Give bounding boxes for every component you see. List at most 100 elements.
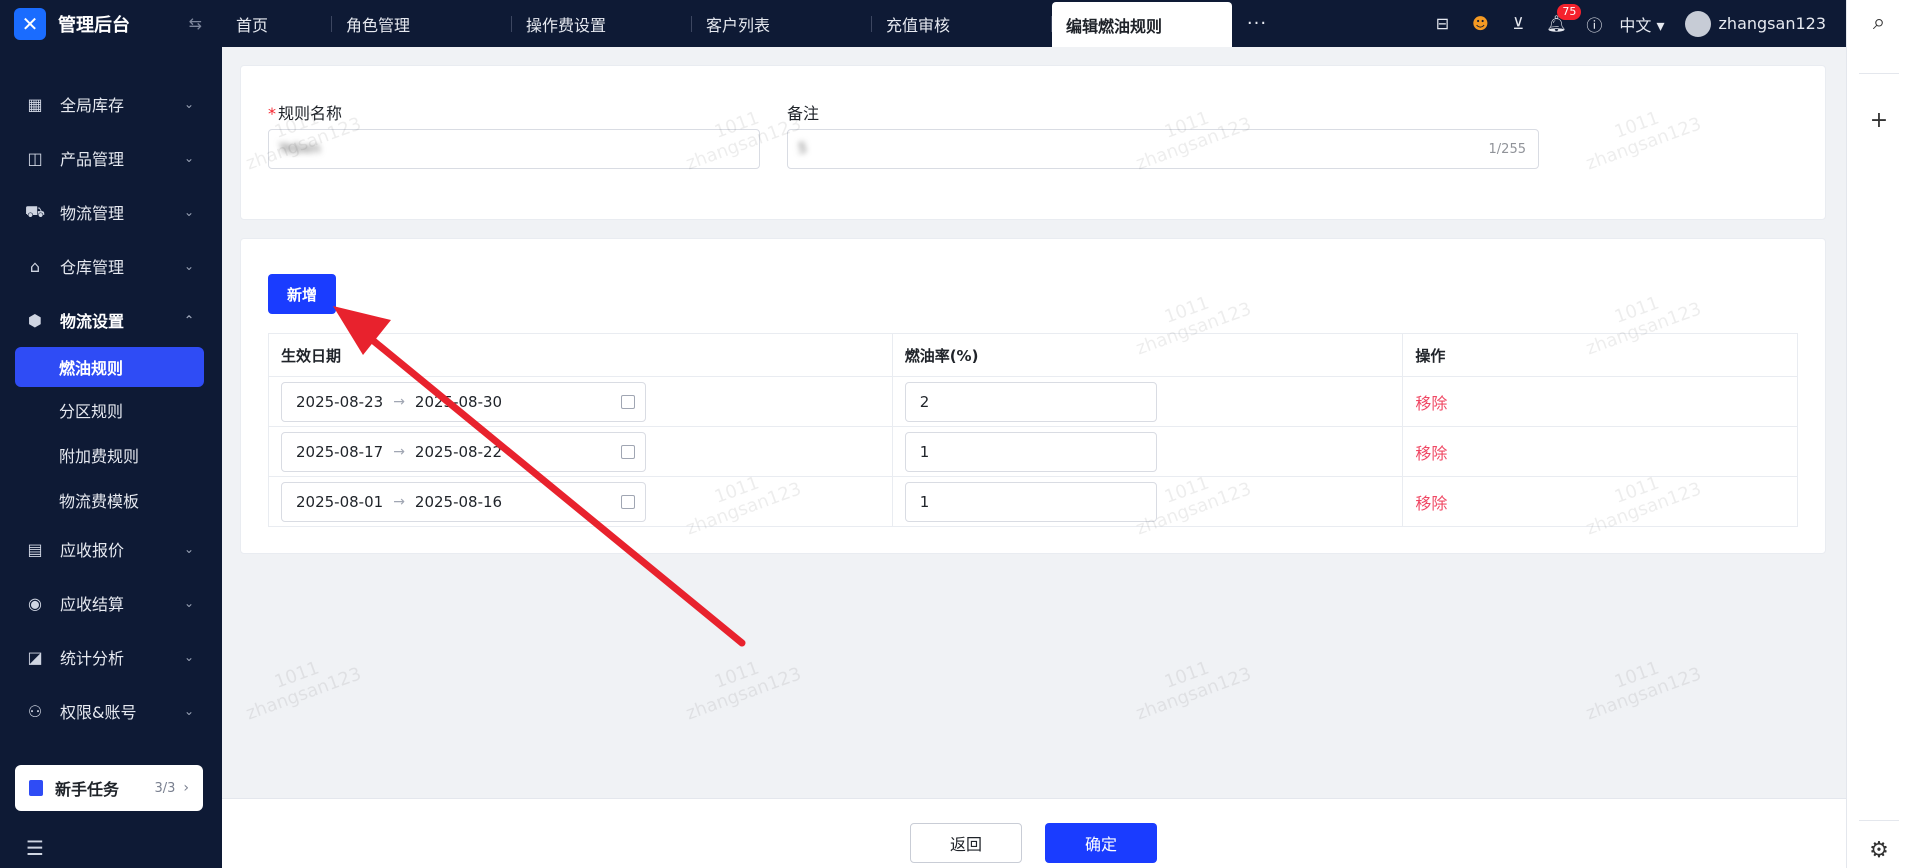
sidebar-item-permissions[interactable]: ⚇ 权限&账号 ⌄ [0,684,222,738]
chevron-down-icon: ⌄ [183,542,194,556]
tab-operation-fee[interactable]: 操作费设置 [512,0,692,47]
rule-name-label: * 规则名称 [268,104,343,123]
sidebar-item-statistics[interactable]: ◪ 统计分析 ⌄ [0,630,222,684]
chevron-down-icon: ⌄ [183,151,194,165]
start-date: 2025-08-23 [296,392,384,411]
top-bar: 首页 角色管理 操作费设置 客户列表 充值审核 编辑燃油规则 ··· ⊟ ☻ ⊻… [222,0,1846,47]
more-tabs-icon[interactable]: ··· [1232,0,1282,47]
inbox-icon[interactable]: ⊟ [1423,14,1461,33]
chevron-down-icon: ⌄ [183,259,194,273]
fuel-rate-input[interactable]: 2 [904,381,1157,422]
sidebar-item-logistics-settings[interactable]: ⬢ 物流设置 ⌃ [0,293,222,347]
watermark: 1011zhangsan123 [1133,657,1255,725]
remark-value: 5 [798,141,807,157]
task-label: 新手任务 [55,780,120,799]
remove-link[interactable]: 移除 [1415,444,1447,463]
rail-divider [1859,820,1899,821]
sidebar-item-logistics[interactable]: ⛟ 物流管理 ⌄ [0,185,222,239]
watermark: 1011zhangsan123 [243,657,365,725]
calendar-icon [621,394,635,409]
rule-name-input[interactable]: Yeben [268,129,760,169]
store-icon: ▦ [27,94,43,114]
sidebar-item-global-inventory[interactable]: ▦ 全局库存 ⌄ [0,77,222,131]
sidebar: ✕ 管理后台 ⇆ ▦ 全局库存 ⌄ ◫ 产品管理 ⌄ ⛟ 物流管理 ⌄ ⌂ 仓库… [0,0,222,868]
language-select[interactable]: 中文 ▾ [1619,12,1664,36]
date-cell: 2025-08-23 → 2025-08-30 [268,376,893,427]
date-range-picker[interactable]: 2025-08-23 → 2025-08-30 [281,381,646,422]
fuel-rate-input[interactable]: 1 [904,481,1157,522]
table-header-row: 生效日期 燃油率(%) 操作 [268,333,1798,377]
chevron-up-icon: ⌃ [183,313,194,327]
chevron-down-icon: ⌄ [183,205,194,219]
rate-cell: 1 [891,426,1404,477]
confirm-button[interactable]: 确定 [1045,823,1157,863]
column-header-fuel-rate: 燃油率(%) [891,333,1404,377]
remove-link[interactable]: 移除 [1415,394,1447,413]
column-header-effective-date: 生效日期 [268,333,893,377]
download-icon[interactable]: ⊻ [1499,14,1537,33]
plus-icon[interactable]: + [1847,108,1910,133]
org-icon: ⚇ [27,701,43,721]
rate-cell: 1 [891,476,1404,527]
avatar[interactable] [1684,10,1711,37]
table-row: 2025-08-17 → 2025-08-22 1 移除 [268,426,1798,477]
username[interactable]: zhangsan123 [1719,14,1826,33]
tab-customer-list[interactable]: 客户列表 [692,0,872,47]
search-icon[interactable]: ⌕ [1847,10,1910,35]
truck-icon: ⛟ [24,201,46,221]
sidebar-item-receivable-settlement[interactable]: ◉ 应收结算 ⌄ [0,576,222,630]
sidebar-item-products[interactable]: ◫ 产品管理 ⌄ [0,131,222,185]
start-date: 2025-08-01 [296,492,384,511]
remark-input[interactable]: 5 1/255 [787,129,1539,169]
brand: ✕ 管理后台 ⇆ [0,0,222,47]
app-title: 管理后台 [58,14,130,36]
gear-icon[interactable]: ⚙ [1847,838,1910,863]
remove-link[interactable]: 移除 [1415,494,1447,513]
sidebar-subitem-fuel-rules[interactable]: 燃油规则 [15,347,204,387]
action-cell: 移除 [1402,476,1798,527]
sidebar-item-label: 产品管理 [60,150,125,169]
onboarding-task-card[interactable]: 新手任务 3/3 › [15,765,203,811]
tab-edit-fuel-rule[interactable]: 编辑燃油规则 [1052,2,1232,47]
sidebar-subitem-freight-templates[interactable]: 物流费模板 [0,477,222,522]
fuel-rate-input[interactable]: 1 [904,431,1157,472]
date-range-picker[interactable]: 2025-08-17 → 2025-08-22 [281,431,646,472]
fuel-rate-table: 生效日期 燃油率(%) 操作 2025-08-23 → 2025-08-30 2… [268,333,1798,527]
arrow-right-icon: → [393,393,405,410]
date-range-picker[interactable]: 2025-08-01 → 2025-08-16 [281,481,646,522]
collapse-arrows-icon[interactable]: ⇆ [189,14,202,33]
add-button[interactable]: 新增 [268,274,336,314]
sidebar-item-label: 权限&账号 [60,703,137,722]
sidebar-item-label: 物流管理 [60,204,125,223]
tab-home[interactable]: 首页 [222,0,332,47]
tab-recharge-review[interactable]: 充值审核 [872,0,1052,47]
sidebar-item-label: 应收结算 [60,595,125,614]
required-mark: * [268,104,276,123]
date-cell: 2025-08-17 → 2025-08-22 [268,426,893,477]
rule-name-value: Yeben [279,141,321,157]
help-icon[interactable]: ⓘ [1575,12,1613,36]
chart-icon: ◪ [27,647,43,667]
document-icon: ▤ [27,539,43,559]
app-logo-icon: ✕ [14,7,46,40]
task-count: 3/3 [154,780,176,796]
end-date: 2025-08-30 [414,392,503,411]
sidebar-subitem-zone-rules[interactable]: 分区规则 [0,387,222,432]
menu-collapse-icon[interactable]: ☰ [26,836,44,860]
rate-cell: 2 [891,376,1404,427]
robot-icon[interactable]: ☻ [1461,14,1499,33]
sidebar-item-receivable-quotes[interactable]: ▤ 应收报价 ⌄ [0,522,222,576]
end-date: 2025-08-22 [414,442,503,461]
sidebar-subitem-surcharge-rules[interactable]: 附加费规则 [0,432,222,477]
remark-char-counter: 1/255 [1488,142,1526,157]
chevron-down-icon: ⌄ [183,596,194,610]
tab-role-management[interactable]: 角色管理 [332,0,512,47]
bag-icon: ◫ [27,148,43,168]
bell-icon[interactable]: 🔔︎ 75 [1537,4,1582,33]
sidebar-item-warehouse[interactable]: ⌂ 仓库管理 ⌄ [0,239,222,293]
warehouse-icon: ⌂ [29,256,41,276]
sidebar-item-label: 统计分析 [60,649,125,668]
back-button[interactable]: 返回 [910,823,1022,863]
watermark: 1011zhangsan123 [1583,657,1705,725]
box-icon: ⬢ [28,310,42,330]
